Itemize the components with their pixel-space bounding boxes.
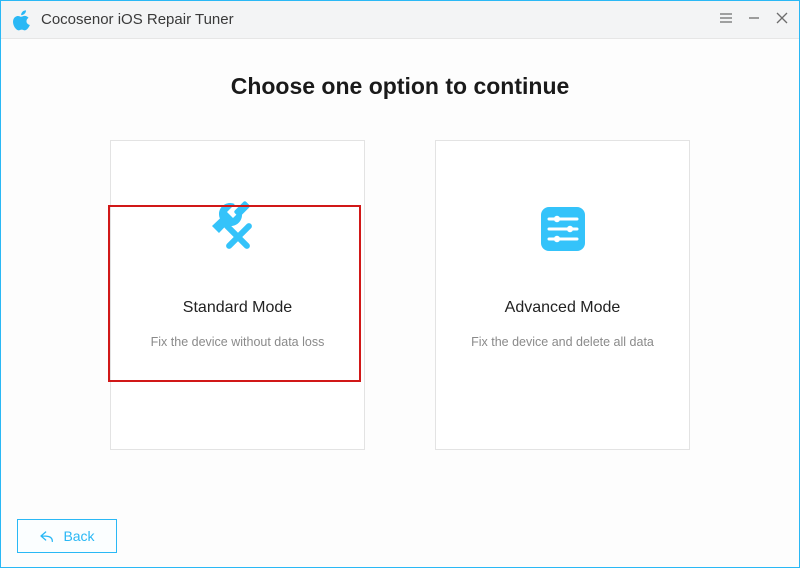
standard-mode-desc: Fix the device without data loss [151,335,325,349]
sliders-icon [537,189,589,269]
close-icon[interactable] [775,11,789,29]
mode-cards: Standard Mode Fix the device without dat… [61,140,739,450]
main-content: Choose one option to continue Standard M… [1,39,799,567]
app-window: Cocosenor iOS Repair Tuner Choose one op… [0,0,800,568]
tools-icon [206,189,270,269]
standard-mode-card[interactable]: Standard Mode Fix the device without dat… [110,140,365,450]
back-button[interactable]: Back [17,519,117,553]
standard-mode-title: Standard Mode [183,299,292,317]
titlebar: Cocosenor iOS Repair Tuner [1,1,799,39]
page-heading: Choose one option to continue [61,73,739,100]
window-controls [719,11,789,29]
app-logo-icon [11,9,33,31]
menu-icon[interactable] [719,11,733,29]
advanced-mode-card[interactable]: Advanced Mode Fix the device and delete … [435,140,690,450]
advanced-mode-title: Advanced Mode [505,299,621,317]
back-arrow-icon [39,529,55,543]
minimize-icon[interactable] [747,11,761,29]
advanced-mode-desc: Fix the device and delete all data [471,335,654,349]
app-title: Cocosenor iOS Repair Tuner [41,11,234,28]
back-button-label: Back [63,528,94,544]
